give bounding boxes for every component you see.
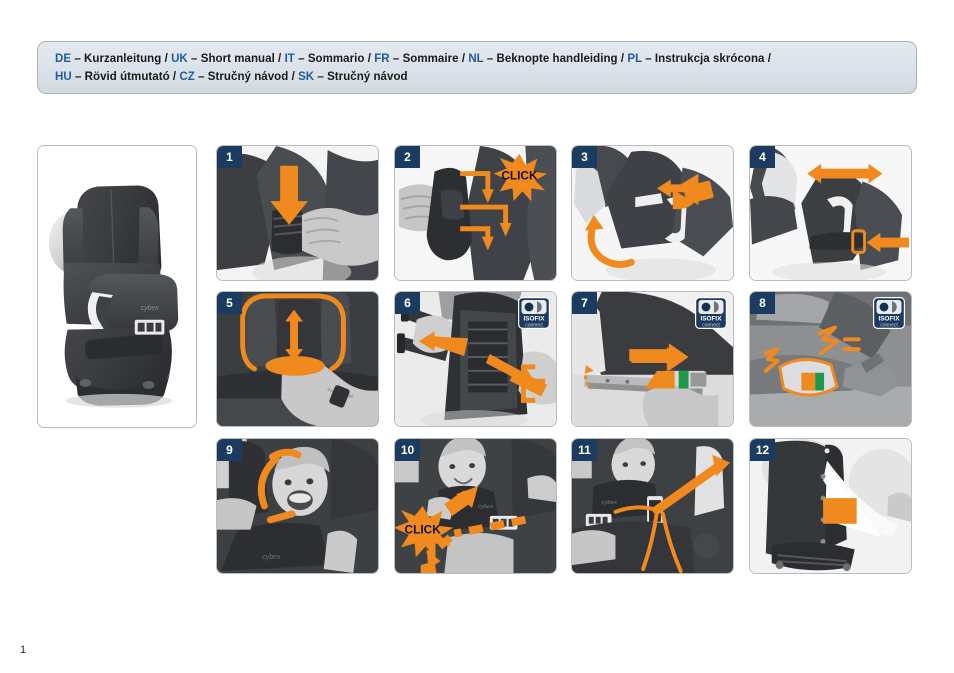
step-panel-6: ISOFIX connect 6 xyxy=(394,291,557,427)
product-photo-panel: cybex xyxy=(37,145,197,428)
isofix-connect-logo-6: ISOFIX connect xyxy=(518,297,550,329)
step-panel-5: 5 xyxy=(216,291,379,427)
language-code: HU xyxy=(55,70,72,83)
svg-text:cybex: cybex xyxy=(262,554,281,561)
svg-text:connect: connect xyxy=(525,322,543,328)
step-panel-10: cybex CLICK 10 xyxy=(394,438,557,574)
product-photo-image: cybex xyxy=(38,146,196,427)
language-label: – Sommario / xyxy=(294,53,375,65)
step-panel-8: ISOFIX connect 8 xyxy=(749,291,912,427)
language-code: CZ xyxy=(179,70,195,83)
language-label: – Beknopte handleiding / xyxy=(483,53,628,65)
language-label: – Instrukcja skrócona / xyxy=(641,53,771,65)
step-number-badge-3: 3 xyxy=(572,146,597,168)
step-number-badge-8: 8 xyxy=(750,292,775,314)
language-code: SK xyxy=(298,70,315,83)
language-header-bar: DE – Kurzanleitung / UK – Short manual /… xyxy=(37,41,917,94)
language-label: – Stručný návod xyxy=(314,70,408,83)
step-panel-3: 3 xyxy=(571,145,734,281)
language-label: – Sommaire / xyxy=(389,53,469,65)
step-number-badge-5: 5 xyxy=(217,292,242,314)
svg-text:cybex: cybex xyxy=(602,500,618,506)
language-code: NL xyxy=(468,53,484,65)
language-label: – Kurzanleitung / xyxy=(71,53,172,65)
svg-text:cybex: cybex xyxy=(478,504,494,510)
step-number-badge-2: 2 xyxy=(395,146,420,168)
language-label: – Rövid útmutató / xyxy=(71,70,180,83)
svg-text:cybex: cybex xyxy=(141,305,160,312)
step-number-badge-9: 9 xyxy=(217,439,242,461)
step-number-badge-11: 11 xyxy=(572,439,597,461)
isofix-connect-logo-8: ISOFIX connect xyxy=(873,297,905,329)
step-number-badge-1: 1 xyxy=(217,146,242,168)
language-code: FR xyxy=(374,53,390,65)
header-line-2: HU – Rövid útmutató / CZ – Stručný návod… xyxy=(55,69,916,87)
step-panel-12: 12 xyxy=(749,438,912,574)
page-number: 1 xyxy=(20,644,27,656)
click-label-2: CLICK xyxy=(501,169,538,183)
step-number-badge-4: 4 xyxy=(750,146,775,168)
svg-text:connect: connect xyxy=(880,322,898,328)
language-label: – Short manual / xyxy=(187,53,285,65)
svg-text:connect: connect xyxy=(702,322,720,328)
isofix-connect-logo-7: ISOFIX connect xyxy=(695,297,727,329)
language-code: DE xyxy=(55,53,72,65)
step-panel-9: cybex 9 xyxy=(216,438,379,574)
step-panel-4: 4 xyxy=(749,145,912,281)
step-number-badge-6: 6 xyxy=(395,292,420,314)
step-panel-11: cybex 11 xyxy=(571,438,734,574)
language-label: – Stručný návod / xyxy=(194,70,299,83)
language-code: IT xyxy=(284,53,295,65)
step-number-badge-7: 7 xyxy=(572,292,597,314)
header-line-1: DE – Kurzanleitung / UK – Short manual /… xyxy=(55,51,916,69)
step-number-badge-12: 12 xyxy=(750,439,775,461)
step-number-badge-10: 10 xyxy=(395,439,420,461)
step-panel-7: ISOFIX connect 7 xyxy=(571,291,734,427)
language-code: UK xyxy=(171,53,188,65)
language-code: PL xyxy=(627,53,642,65)
click-label-10: CLICK xyxy=(405,523,442,537)
step-panel-1: 1 xyxy=(216,145,379,281)
step-panel-2: CLICK 2 xyxy=(394,145,557,281)
